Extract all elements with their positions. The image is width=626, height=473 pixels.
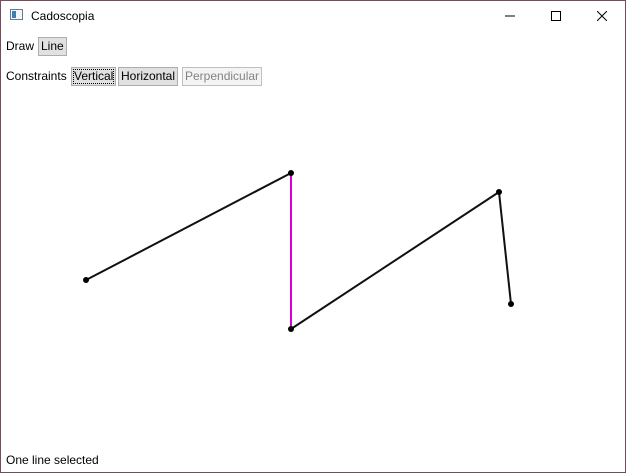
main-window: Cadoscopia Draw Line Constraints Vertica… [0, 0, 626, 473]
sketch-line-4[interactable] [498, 191, 512, 305]
sketch-point-1[interactable] [83, 277, 89, 283]
sketch-line-1[interactable] [85, 172, 292, 281]
status-text: One line selected [6, 453, 99, 467]
sketch-point-2[interactable] [288, 170, 294, 176]
sketch-canvas[interactable] [1, 1, 625, 472]
sketch-line-3[interactable] [290, 191, 500, 330]
sketch-point-4[interactable] [496, 189, 502, 195]
sketch-point-5[interactable] [508, 301, 514, 307]
sketch-point-3[interactable] [288, 326, 294, 332]
